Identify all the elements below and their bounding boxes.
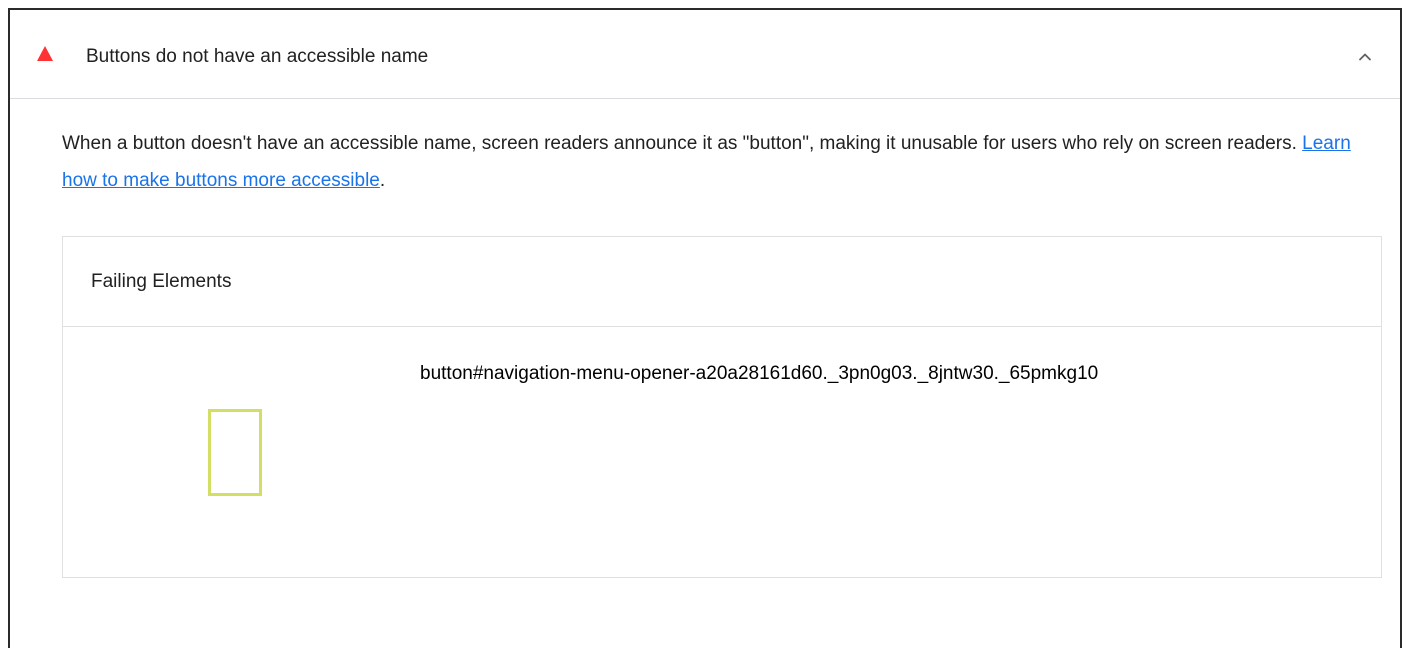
audit-header[interactable]: Buttons do not have an accessible name: [10, 10, 1400, 99]
chevron-up-icon[interactable]: [1358, 50, 1372, 64]
audit-title: Buttons do not have an accessible name: [86, 46, 429, 67]
table-header-label: Failing Elements: [91, 271, 232, 292]
audit-description: When a button doesn't have an accessible…: [62, 125, 1372, 199]
failing-elements-table: Failing Elements button#navigation-menu-…: [62, 236, 1382, 578]
table-row: button#navigation-menu-opener-a20a28161d…: [63, 327, 1381, 577]
table-header: Failing Elements: [63, 237, 1381, 327]
element-screenshot-thumbnail[interactable]: [208, 409, 262, 496]
audit-description-text: When a button doesn't have an accessible…: [62, 133, 1303, 154]
audit-panel: Buttons do not have an accessible name W…: [8, 8, 1402, 648]
warning-triangle-icon: [37, 46, 53, 61]
audit-description-suffix: .: [379, 170, 386, 191]
element-selector: button#navigation-menu-opener-a20a28161d…: [420, 363, 1099, 384]
